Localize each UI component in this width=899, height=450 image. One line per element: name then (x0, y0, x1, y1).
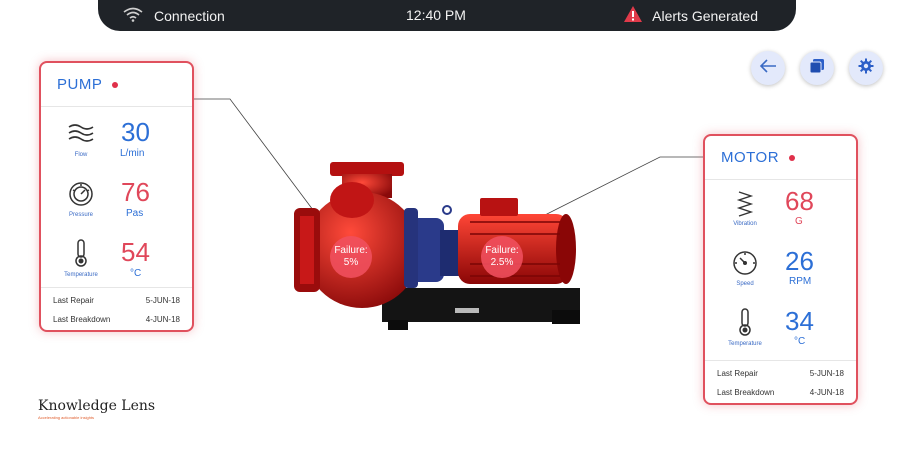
last-breakdown-label: Last Breakdown (717, 388, 775, 397)
failure-value: 5% (343, 257, 359, 268)
temperature-metric: Temperature 54 °C (41, 235, 196, 291)
logo-name: Knowledge Lens (38, 398, 156, 414)
failure-label: Failure: (334, 245, 368, 256)
metric-label: Flow (74, 152, 88, 158)
last-breakdown-value: 4-JUN-18 (809, 388, 844, 397)
failure-value: 2.5% (490, 257, 514, 268)
metric-value: 30 (121, 117, 150, 147)
status-dot (112, 81, 119, 88)
metric-value: 76 (121, 177, 150, 207)
thermometer-icon (61, 239, 101, 272)
metric-unit: °C (130, 268, 142, 279)
last-repair-value: 5-JUN-18 (145, 296, 180, 305)
last-breakdown-label: Last Breakdown (53, 315, 111, 324)
metric-unit: Pas (126, 208, 144, 219)
speedometer-icon (725, 250, 765, 281)
metric-label: Temperature (64, 272, 98, 278)
metric-value: 34 (785, 306, 814, 336)
motor-card-header: MOTOR (705, 136, 856, 180)
last-repair-label: Last Repair (53, 296, 94, 305)
metric-label: Pressure (68, 212, 93, 218)
logo-tagline: Accelerating actionable insights (38, 415, 95, 420)
motor-card[interactable]: MOTOR Vibration 68 G Speed 26 RPM Temper… (703, 134, 858, 405)
motor-maintenance-info: Last Repair 5-JUN-18 Last Breakdown 4-JU… (705, 360, 856, 405)
flow-metric: Flow 30 L/min (41, 115, 196, 171)
metric-label: Speed (736, 281, 754, 287)
pressure-metric: Pressure 76 Pas (41, 175, 196, 231)
pressure-gauge-icon (61, 181, 101, 212)
temperature-metric: Temperature 34 °C (705, 306, 860, 362)
pump-maintenance-info: Last Repair 5-JUN-18 Last Breakdown 4-JU… (41, 287, 192, 332)
metric-unit: L/min (120, 148, 145, 159)
vibration-metric: Vibration 68 G (705, 186, 860, 242)
motor-card-title: MOTOR (721, 149, 780, 166)
metric-label: Vibration (733, 221, 757, 227)
metric-unit: °C (794, 336, 806, 347)
failure-label: Failure: (485, 245, 519, 256)
speed-metric: Speed 26 RPM (705, 246, 860, 302)
thermometer-icon (725, 308, 765, 341)
pump-card-header: PUMP (41, 63, 192, 107)
vibration-icon (725, 190, 765, 223)
metric-value: 26 (785, 246, 814, 276)
status-dot (789, 154, 796, 161)
last-repair-value: 5-JUN-18 (809, 369, 844, 378)
company-logo: Knowledge Lens Accelerating actionable i… (38, 398, 155, 420)
flow-waves-icon (61, 123, 101, 148)
last-repair-label: Last Repair (717, 369, 758, 378)
motor-failure-badge[interactable]: Failure: 2.5% (481, 236, 523, 278)
last-breakdown-value: 4-JUN-18 (145, 315, 180, 324)
metric-unit: RPM (789, 276, 812, 287)
pump-card-title: PUMP (57, 76, 103, 93)
metric-unit: G (795, 216, 803, 227)
metric-label: Temperature (728, 341, 762, 347)
metric-value: 68 (785, 186, 814, 216)
pump-failure-badge[interactable]: Failure: 5% (330, 236, 372, 278)
metric-value: 54 (121, 237, 150, 267)
pump-card[interactable]: PUMP Flow 30 L/min Pressure 76 Pas Tempe… (39, 61, 194, 332)
